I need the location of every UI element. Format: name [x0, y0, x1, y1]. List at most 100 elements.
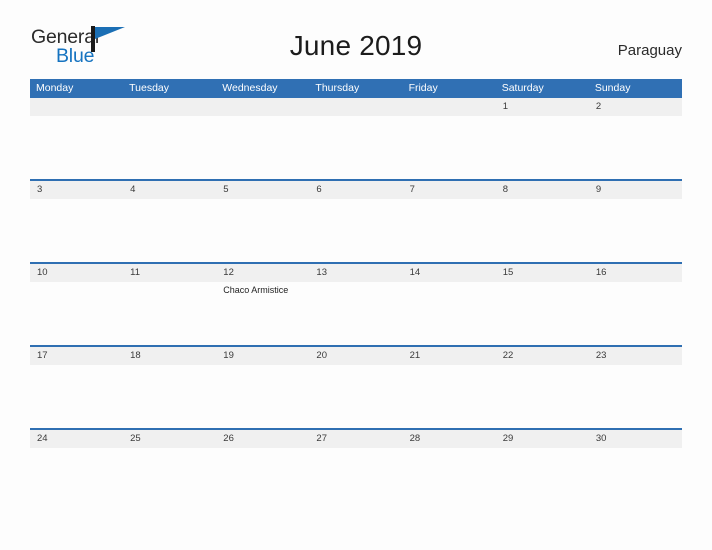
calendar-day-cell[interactable]: 23: [588, 347, 682, 428]
calendar-day-cell[interactable]: 17: [30, 347, 124, 428]
weekday-saturday: Saturday: [501, 82, 544, 94]
calendar-day-cell[interactable]: 30: [588, 430, 682, 511]
day-number: 17: [30, 347, 124, 365]
day-number: 6: [309, 181, 403, 199]
weekday-friday: Friday: [408, 82, 438, 94]
day-number: 5: [216, 181, 310, 199]
weekday-monday: Monday: [36, 82, 74, 94]
day-events: [589, 448, 682, 450]
day-number: 25: [123, 430, 217, 448]
weekday-wednesday: Wednesday: [222, 82, 278, 94]
day-events: [216, 116, 309, 118]
day-events: [589, 199, 682, 201]
day-events: [123, 365, 216, 367]
calendar-day-cell-empty[interactable]: [30, 98, 124, 179]
calendar-week-row: 12: [30, 98, 682, 179]
day-number: 20: [309, 347, 403, 365]
day-number: 9: [588, 181, 682, 199]
day-events: [309, 282, 402, 284]
calendar-day-cell[interactable]: 24: [30, 430, 124, 511]
day-number: 14: [402, 264, 496, 282]
day-events: [216, 448, 309, 450]
calendar-day-cell[interactable]: 21: [402, 347, 496, 428]
calendar-day-cell[interactable]: 13: [309, 264, 403, 345]
holiday-event[interactable]: Chaco Armistice: [223, 284, 304, 296]
calendar-day-cell-empty[interactable]: [402, 98, 496, 179]
day-number: 26: [216, 430, 310, 448]
calendar-weeks: 1 2 3 4 5 6 7 8 9 10 11 12 Chaco Armistice 13 14 15 16 17…: [30, 98, 682, 511]
calendar-day-cell[interactable]: 11: [123, 264, 217, 345]
day-events: [30, 199, 123, 201]
day-events: [30, 448, 123, 450]
day-number: 30: [588, 430, 682, 448]
day-events: [496, 448, 589, 450]
day-events: [403, 199, 496, 201]
day-events: [309, 365, 402, 367]
calendar-day-cell[interactable]: 28: [402, 430, 496, 511]
calendar-day-cell[interactable]: 20: [309, 347, 403, 428]
day-number: 22: [495, 347, 589, 365]
day-events: [123, 448, 216, 450]
day-events: [309, 199, 402, 201]
calendar-day-cell[interactable]: 16: [588, 264, 682, 345]
day-number: 8: [495, 181, 589, 199]
day-number: 12: [216, 264, 310, 282]
calendar-day-cell[interactable]: 8: [495, 181, 589, 262]
day-events: [30, 282, 123, 284]
calendar-day-cell[interactable]: 4: [123, 181, 217, 262]
calendar-day-cell[interactable]: 1: [495, 98, 589, 179]
day-number: [309, 98, 403, 116]
calendar-day-cell[interactable]: 25: [123, 430, 217, 511]
calendar-day-cell[interactable]: 5: [216, 181, 310, 262]
day-events: [309, 116, 402, 118]
day-number: 21: [402, 347, 496, 365]
day-events: [496, 116, 589, 118]
calendar-grid: Monday Tuesday Wednesday Thursday Friday…: [30, 79, 682, 511]
calendar-day-cell[interactable]: 9: [588, 181, 682, 262]
day-number: 2: [588, 98, 682, 116]
day-number: [30, 98, 124, 116]
weekday-header-row: Monday Tuesday Wednesday Thursday Friday…: [30, 79, 682, 98]
calendar-day-cell[interactable]: 18: [123, 347, 217, 428]
calendar-day-cell[interactable]: 15: [495, 264, 589, 345]
day-events: [216, 365, 309, 367]
calendar-day-cell[interactable]: 14: [402, 264, 496, 345]
day-events: [123, 199, 216, 201]
calendar-day-cell[interactable]: 27: [309, 430, 403, 511]
calendar-day-cell[interactable]: 29: [495, 430, 589, 511]
day-number: 13: [309, 264, 403, 282]
day-number: 4: [123, 181, 217, 199]
country-label: Paraguay: [617, 42, 682, 59]
day-events: [403, 448, 496, 450]
calendar-day-cell-empty[interactable]: [309, 98, 403, 179]
calendar-day-cell[interactable]: 12 Chaco Armistice: [216, 264, 310, 345]
page-header: General Blue June 2019 Paraguay: [0, 0, 712, 66]
calendar-day-cell[interactable]: 6: [309, 181, 403, 262]
day-number: 18: [123, 347, 217, 365]
day-number: 19: [216, 347, 310, 365]
calendar-day-cell-empty[interactable]: [216, 98, 310, 179]
day-number: 3: [30, 181, 124, 199]
day-number: 27: [309, 430, 403, 448]
calendar-day-cell[interactable]: 10: [30, 264, 124, 345]
calendar-day-cell[interactable]: 26: [216, 430, 310, 511]
calendar-day-cell[interactable]: 22: [495, 347, 589, 428]
calendar-day-cell[interactable]: 2: [588, 98, 682, 179]
day-events: [403, 282, 496, 284]
day-number: 11: [123, 264, 217, 282]
calendar-week-row: 10 11 12 Chaco Armistice 13 14 15 16: [30, 262, 682, 345]
calendar-day-cell[interactable]: 19: [216, 347, 310, 428]
calendar-day-cell-empty[interactable]: [123, 98, 217, 179]
day-number: 28: [402, 430, 496, 448]
day-events: [496, 365, 589, 367]
day-number: 7: [402, 181, 496, 199]
day-events: [123, 282, 216, 284]
day-events: [403, 365, 496, 367]
calendar-day-cell[interactable]: 7: [402, 181, 496, 262]
day-number: 1: [495, 98, 589, 116]
day-number: 29: [495, 430, 589, 448]
day-number: 23: [588, 347, 682, 365]
day-events: [589, 116, 682, 118]
weekday-tuesday: Tuesday: [129, 82, 170, 94]
calendar-day-cell[interactable]: 3: [30, 181, 124, 262]
